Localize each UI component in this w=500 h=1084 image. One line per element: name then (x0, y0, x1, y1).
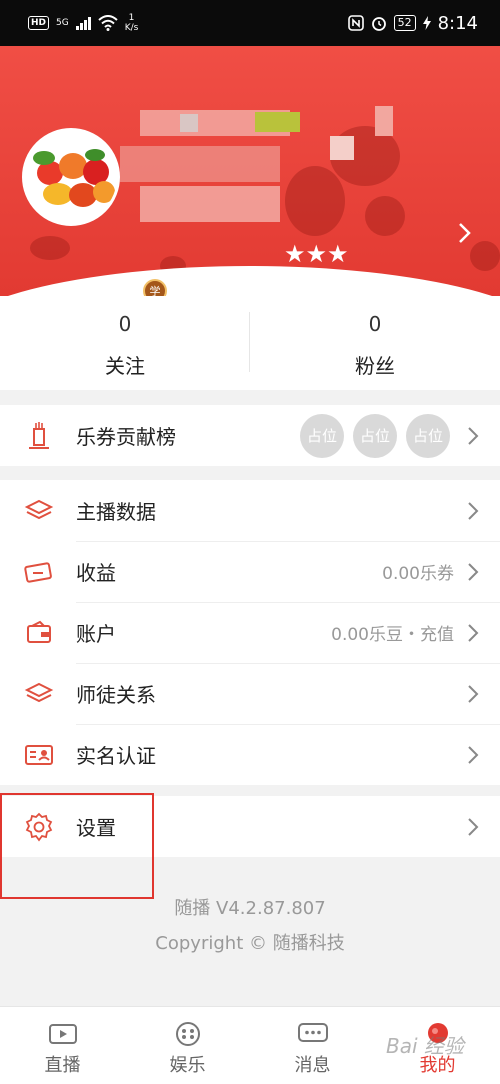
clock: 8:14 (437, 12, 478, 34)
tab-entertainment-label: 娱乐 (169, 1055, 206, 1076)
contribution-ranking-row[interactable]: 乐券贡献榜 占位 占位 占位 (0, 405, 500, 466)
account-label: 账户 (76, 622, 116, 646)
contribution-section: 乐券贡献榜 占位 占位 占位 (0, 405, 500, 466)
followers-label: 粉丝 (355, 354, 395, 378)
mentorship-row[interactable]: 师徒关系 (0, 663, 500, 724)
alarm-icon (371, 17, 386, 31)
nfc-icon (347, 15, 364, 31)
charging-icon (422, 16, 431, 30)
network-type: 5G (56, 18, 69, 28)
net-speed: 1 K/s (125, 13, 139, 33)
wifi-icon (98, 15, 118, 31)
profile-header[interactable]: ★★★ 学 (0, 46, 500, 296)
contribution-label: 乐券贡献榜 (76, 425, 176, 449)
signal-icon (75, 16, 91, 30)
following-stat[interactable]: 0 关注 (0, 296, 250, 390)
level-stars: ★★★ (284, 240, 349, 268)
avatar[interactable] (22, 128, 120, 226)
top-contributors: 占位 占位 占位 (300, 413, 450, 458)
earnings-row[interactable]: 收益 0.00乐券 (0, 541, 500, 602)
layers-icon (22, 494, 56, 528)
layers-icon (22, 677, 56, 711)
chevron-right-icon[interactable] (454, 218, 476, 248)
account-row[interactable]: 账户 0.00乐豆・充值 (0, 602, 500, 663)
anchor-data-row[interactable]: 主播数据 (0, 480, 500, 541)
chevron-right-icon (468, 562, 479, 581)
tab-live[interactable]: 直播 (0, 1007, 125, 1084)
net-speed-value: 1 (128, 13, 135, 23)
earnings-value: 0.00乐券 (382, 564, 454, 584)
real-name-verification-row[interactable]: 实名认证 (0, 724, 500, 785)
ticket-icon (22, 555, 56, 589)
dice-icon (175, 1022, 200, 1046)
tab-messages-label: 消息 (294, 1055, 331, 1076)
net-speed-unit: K/s (124, 23, 139, 33)
divider (249, 312, 250, 372)
tab-messages[interactable]: 消息 (250, 1007, 375, 1084)
chevron-right-icon (468, 623, 479, 642)
anchor-data-label: 主播数据 (76, 500, 156, 524)
trophy-icon (22, 419, 56, 453)
id-card-icon (22, 738, 56, 772)
account-value: 0.00乐豆・充值 (331, 625, 454, 645)
chevron-right-icon (468, 426, 479, 445)
verification-label: 实名认证 (76, 744, 156, 768)
followers-count: 0 (368, 312, 382, 336)
version-text: 随播 V4.2.87.807 (174, 898, 326, 919)
chevron-right-icon (468, 745, 479, 764)
tab-entertainment[interactable]: 娱乐 (125, 1007, 250, 1084)
battery-icon: 52 (393, 15, 416, 31)
student-badge: 学 (143, 279, 167, 296)
followers-stat[interactable]: 0 粉丝 (250, 296, 500, 390)
status-bar: HD 5G 1 K/s 52 8:14 (0, 0, 500, 46)
hd-indicator: HD (28, 16, 50, 30)
mentorship-label: 师徒关系 (76, 683, 156, 707)
copyright-text: Copyright © 随播科技 (155, 933, 345, 954)
following-count: 0 (118, 312, 132, 336)
placeholder-seat: 占位 (300, 413, 344, 458)
chat-icon (297, 1023, 328, 1042)
following-label: 关注 (105, 354, 145, 378)
watermark: Bai 经验 (386, 1034, 464, 1058)
tv-icon (48, 1024, 77, 1044)
tab-live-label: 直播 (44, 1055, 81, 1076)
earnings-label: 收益 (76, 561, 116, 585)
stats-panel: 0 关注 0 粉丝 (0, 296, 500, 390)
chevron-right-icon (468, 817, 479, 836)
placeholder-seat: 占位 (353, 413, 397, 458)
chevron-right-icon (468, 501, 479, 520)
placeholder-seat: 占位 (406, 413, 450, 458)
menu-list: 主播数据 收益 0.00乐券 账户 0.00乐豆・充值 师徒关系 实名认证 (0, 480, 500, 785)
highlight-box (0, 793, 154, 899)
chevron-right-icon (468, 684, 479, 703)
wallet-icon (22, 616, 56, 650)
